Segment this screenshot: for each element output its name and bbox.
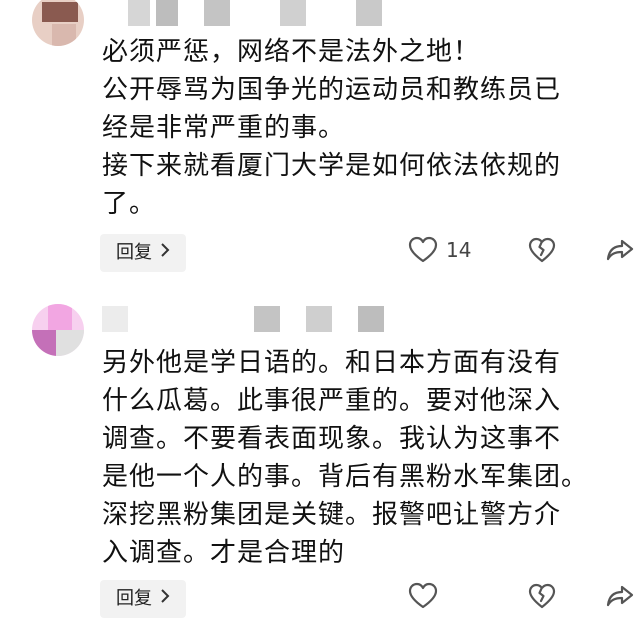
comment-line: 经是非常严重的事。	[102, 113, 346, 143]
share-icon	[606, 238, 634, 262]
comment-line: 调查。不要看表面现象。我认为这事不	[102, 424, 562, 454]
comment-line: 入调查。才是合理的	[102, 538, 346, 568]
heart-icon	[408, 236, 438, 264]
comment-line: 接下来就看厦门大学是如何依法依规的	[102, 151, 562, 181]
comment-text: 另外他是学日语的。和日本方面有没有 什么瓜葛。此事很严重的。要对他深入 调查。不…	[102, 344, 602, 572]
comment-line: 公开辱骂为国争光的运动员和教练员已	[102, 75, 562, 105]
share-button[interactable]	[606, 584, 634, 608]
comment-line: 必须严惩，网络不是法外之地！	[102, 37, 481, 67]
avatar-mosaic-block	[52, 24, 76, 46]
reply-button[interactable]: 回复	[100, 234, 186, 272]
like-button[interactable]: 14	[408, 236, 486, 264]
comment-item: 另外他是学日语的。和日本方面有没有 什么瓜葛。此事很严重的。要对他深入 调查。不…	[0, 296, 640, 618]
comment-item: 必须严惩，网络不是法外之地！ 公开辱骂为国争光的运动员和教练员已 经是非常严重的…	[0, 0, 640, 290]
chevron-right-icon	[160, 234, 170, 272]
avatar-mosaic-block	[32, 330, 56, 356]
avatar-mosaic-block	[42, 2, 78, 22]
comment-line: 了。	[102, 189, 157, 219]
comment-line: 另外他是学日语的。和日本方面有没有	[102, 348, 562, 378]
reply-button[interactable]: 回复	[100, 580, 186, 618]
like-count: 14	[446, 238, 472, 262]
broken-heart-icon	[528, 237, 556, 263]
comment-line: 深挖黑粉集团是关键。报警吧让警方介	[102, 500, 562, 530]
comment-actions	[408, 582, 634, 610]
username-masked[interactable]	[128, 0, 388, 26]
comment-line: 是他一个人的事。背后有黑粉水军集团。	[102, 462, 589, 492]
heart-icon	[408, 582, 438, 610]
comment-line: 什么瓜葛。此事很严重的。要对他深入	[102, 386, 562, 416]
reply-label: 回复	[116, 588, 152, 609]
avatar[interactable]	[32, 0, 84, 46]
avatar[interactable]	[32, 304, 84, 356]
broken-heart-icon	[528, 583, 556, 609]
reply-label: 回复	[116, 242, 152, 263]
comment-actions: 14	[408, 236, 634, 264]
share-button[interactable]	[606, 238, 634, 262]
comment-text: 必须严惩，网络不是法外之地！ 公开辱骂为国争光的运动员和教练员已 经是非常严重的…	[102, 33, 602, 223]
like-button[interactable]	[408, 582, 486, 610]
avatar-mosaic-block	[48, 304, 72, 330]
dislike-button[interactable]	[528, 583, 556, 609]
username-masked[interactable]	[102, 306, 392, 332]
dislike-button[interactable]	[528, 237, 556, 263]
chevron-right-icon	[160, 580, 170, 618]
share-icon	[606, 584, 634, 608]
avatar-mosaic-block	[56, 330, 84, 356]
